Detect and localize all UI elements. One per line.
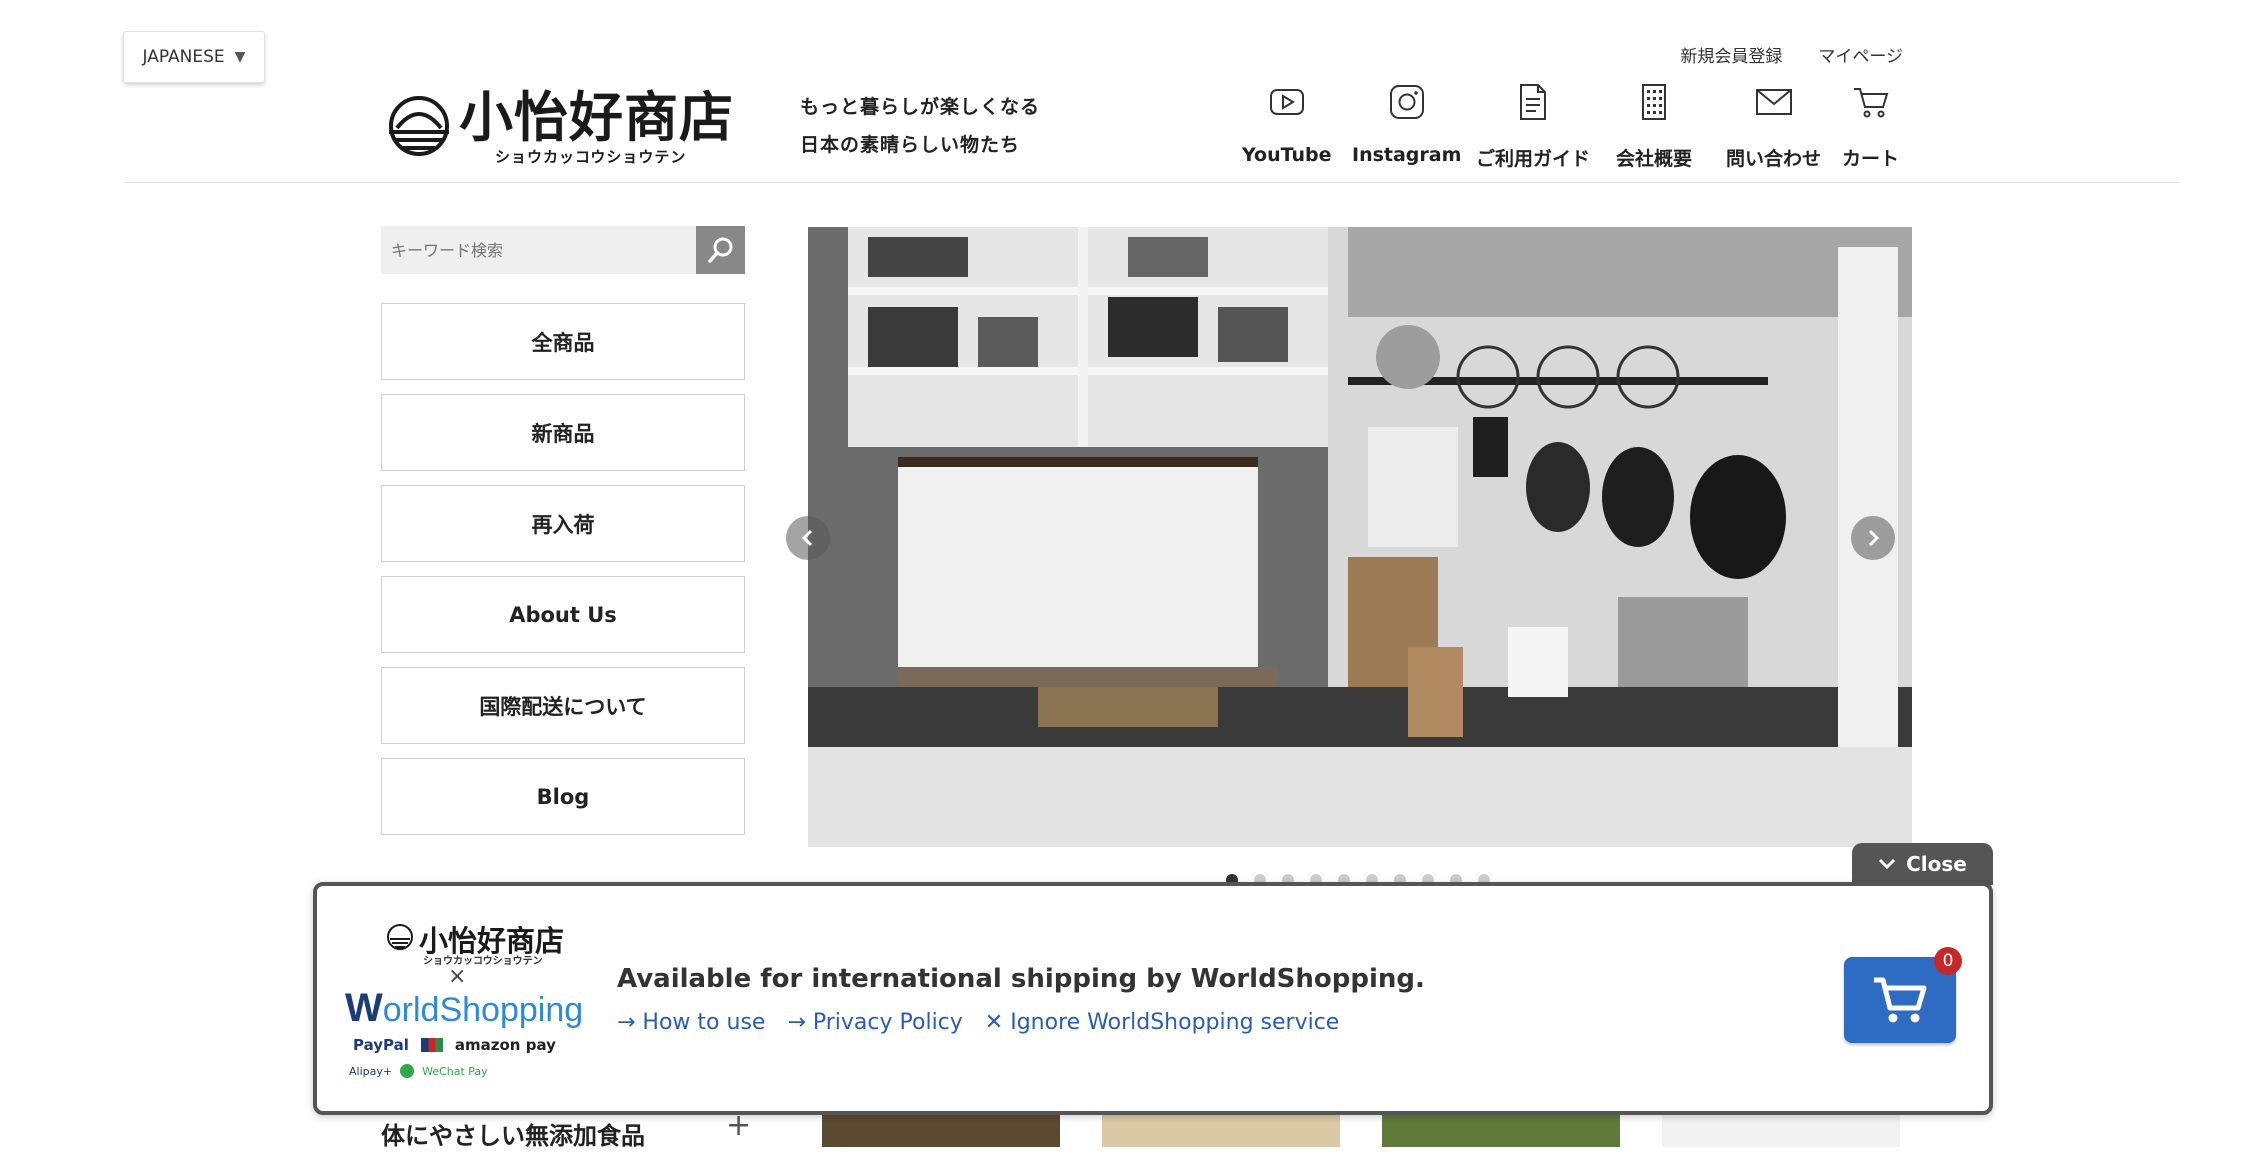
tagline-line1: もっと暮らしが楽しくなる	[800, 96, 1041, 118]
top-links: 新規会員登録 マイページ	[1680, 42, 1903, 67]
cart-icon	[1874, 977, 1927, 1023]
privacy-policy-link[interactable]: → Privacy Policy	[787, 1010, 962, 1035]
sidebar-item-restock[interactable]: 再入荷	[381, 485, 745, 562]
sidebar-item-all-products[interactable]: 全商品	[381, 303, 745, 380]
nav-label: ご利用ガイド	[1476, 148, 1591, 170]
wechat-pay-icon	[400, 1064, 415, 1078]
slider-next-button[interactable]	[1851, 516, 1895, 560]
nav-cart[interactable]: カート	[1842, 80, 1899, 171]
nav-youtube[interactable]: YouTube	[1242, 80, 1331, 166]
sidebar-item-about-us[interactable]: About Us	[381, 576, 745, 653]
banner-links: → How to use → Privacy Policy ✕ Ignore W…	[617, 1010, 1339, 1035]
nav-label: 問い合わせ	[1726, 148, 1822, 170]
nav-label: 会社概要	[1616, 148, 1693, 170]
payment-logos-small: Alipay+ WeChat Pay	[349, 1064, 488, 1078]
category-heading[interactable]: 体にやさしい無添加食品	[381, 1116, 645, 1151]
nav-label: YouTube	[1242, 144, 1332, 166]
hero-slider[interactable]	[808, 227, 1912, 847]
slider-prev-button[interactable]	[786, 516, 830, 560]
language-label: JAPANESE	[142, 47, 225, 67]
register-link[interactable]: 新規会員登録	[1680, 42, 1782, 67]
amazon-pay-logo: amazon pay	[454, 1036, 556, 1054]
alipay-logo: Alipay+	[349, 1064, 393, 1078]
logo-kana: ショウカッコウショウテン	[495, 148, 687, 166]
logo-rest: orldShopping	[382, 991, 584, 1029]
sidebar-item-blog[interactable]: Blog	[381, 758, 745, 835]
kitchen-shelves-photo	[808, 227, 1912, 847]
paypal-logo: PayPal	[353, 1036, 409, 1054]
sidebar-item-new-products[interactable]: 新商品	[381, 394, 745, 471]
chevron-right-icon	[1868, 529, 1880, 547]
banner-close-button[interactable]: Close	[1852, 843, 1993, 885]
sidebar-item-international-shipping[interactable]: 国際配送について	[381, 667, 745, 744]
product-thumb[interactable]	[1102, 1115, 1340, 1147]
logo-emblem-icon	[389, 96, 449, 156]
product-thumb[interactable]	[822, 1115, 1060, 1147]
guide-document-icon	[1513, 80, 1553, 124]
nav-instagram[interactable]: Instagram	[1352, 80, 1461, 166]
payment-logos: PayPal amazon pay	[353, 1036, 556, 1054]
how-to-use-link[interactable]: → How to use	[617, 1010, 765, 1035]
shop-emblem-icon	[387, 924, 413, 950]
shipping-headline: Available for international shipping by …	[617, 964, 1425, 994]
worldshopping-banner: 小怡好商店 ショウカッコウショウテン × WorldShopping PayPa…	[313, 882, 1993, 1115]
caret-down-icon: ▼	[234, 49, 246, 65]
ignore-service-link[interactable]: ✕ Ignore WorldShopping service	[985, 1010, 1340, 1035]
cart-icon	[1851, 80, 1891, 124]
mypage-link[interactable]: マイページ	[1818, 42, 1903, 67]
wechat-pay-logo: WeChat Pay	[422, 1064, 488, 1078]
worldshopping-logo: WorldShopping	[345, 986, 583, 1031]
search-input[interactable]	[381, 226, 696, 274]
product-thumb[interactable]	[1662, 1115, 1900, 1147]
nav-company[interactable]: 会社概要	[1616, 80, 1692, 171]
instagram-icon	[1387, 80, 1427, 124]
tagline-line2: 日本の素晴らしい物たち	[800, 134, 1021, 156]
chevron-down-icon	[1879, 858, 1896, 870]
youtube-icon	[1267, 80, 1307, 124]
nav-label: カート	[1842, 148, 1900, 170]
logo-w: W	[345, 986, 383, 1030]
shop-kana: ショウカッコウショウテン	[423, 956, 543, 967]
nav-contact[interactable]: 問い合わせ	[1726, 80, 1821, 171]
search-button[interactable]	[696, 226, 745, 274]
header-divider	[123, 182, 2181, 183]
building-icon	[1634, 80, 1674, 124]
chevron-left-icon	[801, 529, 813, 547]
search-bar	[381, 226, 745, 274]
nav-guide[interactable]: ご利用ガイド	[1476, 80, 1590, 171]
cart-count-badge: 0	[1934, 947, 1962, 975]
site-logo[interactable]: 小怡好商店 ショウカッコウショウテン	[385, 86, 733, 166]
nav-label: Instagram	[1352, 144, 1462, 166]
language-selector[interactable]: JAPANESE ▼	[123, 31, 265, 83]
close-label: Close	[1906, 852, 1967, 876]
mail-icon	[1754, 80, 1794, 124]
product-thumb[interactable]	[1382, 1115, 1620, 1147]
logo-name: 小怡好商店	[459, 86, 734, 149]
card-icon	[420, 1038, 443, 1052]
search-icon	[707, 237, 732, 263]
tagline: もっと暮らしが楽しくなる 日本の素晴らしい物たち	[800, 88, 1040, 164]
